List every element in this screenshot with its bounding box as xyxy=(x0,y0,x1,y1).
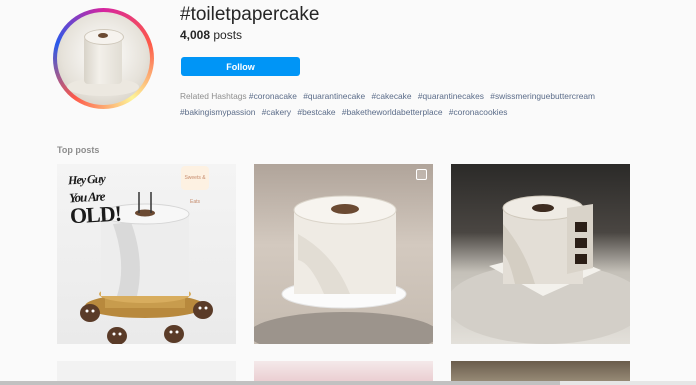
related-tag-bestcake[interactable]: #bestcake xyxy=(297,107,335,117)
related-tag-baketheworldabetterplace[interactable]: #baketheworldabetterplace xyxy=(342,107,443,117)
related-tag-cakecake[interactable]: #cakecake xyxy=(371,91,411,101)
top-post-3[interactable] xyxy=(451,164,630,344)
related-tag-bakingismypassion[interactable]: #bakingismypassion xyxy=(180,107,255,117)
hashtag-avatar-ring xyxy=(53,8,154,109)
post-count: 4,008 posts xyxy=(180,28,242,42)
avatar-cake-hole xyxy=(98,33,108,38)
hashtag-title: #toiletpapercake xyxy=(180,4,320,25)
related-hashtags: Related Hashtags #coronacake #quarantine… xyxy=(180,88,650,120)
post-1-cake-topper: Hey Guy You Are OLD! xyxy=(68,169,122,229)
related-tag-coronacookies[interactable]: #coronacookies xyxy=(449,107,508,117)
related-tag-quarantinecake[interactable]: #quarantinecake xyxy=(303,91,365,101)
related-tag-quarantinecakes[interactable]: #quarantinecakes xyxy=(418,91,484,101)
top-post-1[interactable]: Hey Guy You Are OLD! Sweets & Eats xyxy=(57,164,236,344)
related-tag-coronacake[interactable]: #coronacake xyxy=(249,91,297,101)
multi-image-icon xyxy=(416,169,427,180)
top-posts-heading: Top posts xyxy=(57,145,100,155)
horizontal-scrollbar[interactable] xyxy=(0,381,696,385)
post-3-image xyxy=(451,195,630,344)
topper-line-3: OLD! xyxy=(69,200,122,229)
scrollbar-thumb[interactable] xyxy=(0,381,560,385)
related-tag-cakery[interactable]: #cakery xyxy=(262,107,291,117)
post-2-image xyxy=(254,195,433,344)
follow-button[interactable]: Follow xyxy=(181,57,300,76)
hashtag-avatar xyxy=(57,12,150,105)
top-post-2[interactable] xyxy=(254,164,433,344)
post-1-watermark-logo: Sweets & Eats xyxy=(181,166,209,205)
post-count-number: 4,008 xyxy=(180,28,211,42)
related-hashtags-label: Related Hashtags xyxy=(180,91,247,101)
related-tag-swissmeringuebuttercream[interactable]: #swissmeringuebuttercream xyxy=(490,91,595,101)
post-count-label: posts xyxy=(210,28,243,42)
